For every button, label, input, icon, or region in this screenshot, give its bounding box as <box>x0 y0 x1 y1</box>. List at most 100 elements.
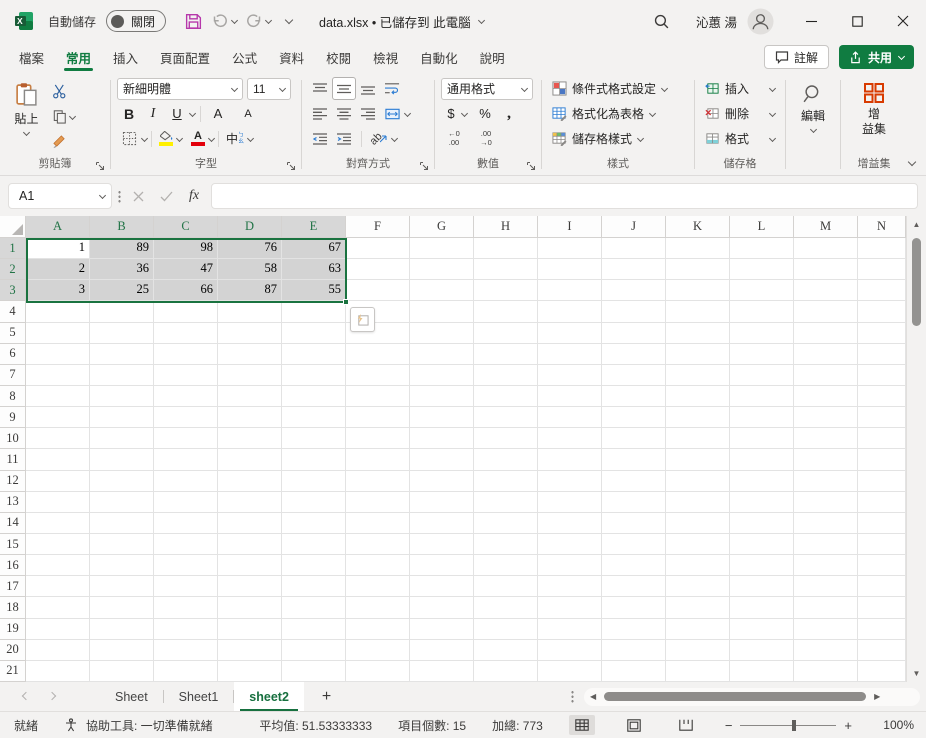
cell-B4[interactable] <box>90 301 154 323</box>
cell-F21[interactable] <box>346 660 410 682</box>
cell-G1[interactable] <box>410 238 474 260</box>
row-header-12[interactable]: 12 <box>0 470 26 492</box>
zoom-out-button[interactable]: − <box>725 718 733 733</box>
tab-formulas[interactable]: 公式 <box>221 42 268 72</box>
addins-button[interactable]: 增 益集 <box>847 76 901 139</box>
zoom-in-button[interactable]: + <box>844 718 852 733</box>
cell-M6[interactable] <box>794 343 858 365</box>
insert-cells-button[interactable]: 插入 <box>701 76 779 101</box>
cell-A13[interactable] <box>26 491 90 513</box>
cell-G10[interactable] <box>410 428 474 450</box>
zoom-level[interactable]: 100% <box>878 718 914 732</box>
cell-F8[interactable] <box>346 385 410 408</box>
cell-C4[interactable] <box>154 301 218 323</box>
accounting-dropdown-icon[interactable] <box>461 111 467 117</box>
share-dropdown-icon[interactable] <box>898 54 904 60</box>
cell-H2[interactable] <box>474 259 538 281</box>
cell-C3[interactable]: 66 <box>154 280 218 302</box>
cell-N7[interactable] <box>858 364 906 386</box>
name-box[interactable]: A1 <box>8 183 112 209</box>
sum-value[interactable]: 加總: 773 <box>492 717 543 734</box>
cell-E9[interactable] <box>282 407 346 429</box>
cell-F16[interactable] <box>346 555 410 577</box>
cut-button[interactable] <box>47 80 71 103</box>
cell-E14[interactable] <box>282 512 346 534</box>
redo-button[interactable] <box>243 8 273 34</box>
cell-A21[interactable] <box>26 660 90 682</box>
cell-F17[interactable] <box>346 576 410 598</box>
cell-C18[interactable] <box>154 597 218 619</box>
cell-N2[interactable] <box>858 259 906 281</box>
align-bottom-button[interactable] <box>356 77 380 100</box>
cell-G16[interactable] <box>410 555 474 577</box>
cell-B8[interactable] <box>90 385 154 408</box>
cell-H14[interactable] <box>474 512 538 534</box>
column-header-N[interactable]: N <box>858 216 906 238</box>
cell-L21[interactable] <box>730 660 794 682</box>
cell-L11[interactable] <box>730 449 794 471</box>
cell-J1[interactable] <box>602 238 666 260</box>
cell-E18[interactable] <box>282 597 346 619</box>
cell-L10[interactable] <box>730 428 794 450</box>
copy-button[interactable] <box>47 105 81 128</box>
cell-F3[interactable] <box>346 280 410 302</box>
formula-bar-resize-handle[interactable] <box>118 189 121 203</box>
cell-G18[interactable] <box>410 597 474 619</box>
row-header-10[interactable]: 10 <box>0 428 26 450</box>
cell-A3[interactable]: 3 <box>26 280 90 302</box>
cell-B12[interactable] <box>90 470 154 492</box>
row-header-6[interactable]: 6 <box>0 343 26 365</box>
cell-I13[interactable] <box>538 491 602 513</box>
phonetic-dropdown-icon[interactable] <box>247 136 253 142</box>
cell-J10[interactable] <box>602 428 666 450</box>
cell-N16[interactable] <box>858 555 906 577</box>
bold-button[interactable]: B <box>117 102 141 125</box>
align-center-button[interactable] <box>332 102 356 125</box>
cell-E12[interactable] <box>282 470 346 492</box>
cell-B17[interactable] <box>90 576 154 598</box>
cell-N3[interactable] <box>858 280 906 302</box>
insert-function-button[interactable]: fx <box>183 185 205 207</box>
cell-B19[interactable] <box>90 618 154 640</box>
cell-G20[interactable] <box>410 639 474 661</box>
merge-center-button[interactable] <box>380 102 404 125</box>
document-title[interactable]: data.xlsx • 已儲存到 此電腦 <box>319 12 485 31</box>
cell-L5[interactable] <box>730 322 794 344</box>
orientation-button[interactable]: ab <box>367 127 391 150</box>
cell-K2[interactable] <box>666 259 730 281</box>
tab-help[interactable]: 說明 <box>469 42 516 72</box>
cell-J17[interactable] <box>602 576 666 598</box>
page-break-view-button[interactable] <box>673 715 699 735</box>
italic-button[interactable]: I <box>141 102 165 125</box>
cell-J16[interactable] <box>602 555 666 577</box>
cell-B9[interactable] <box>90 407 154 429</box>
cell-K17[interactable] <box>666 576 730 598</box>
title-dropdown-icon[interactable] <box>479 18 485 24</box>
cell-C14[interactable] <box>154 512 218 534</box>
column-header-A[interactable]: A <box>26 216 90 238</box>
alignment-dialog-launcher-icon[interactable] <box>419 161 429 171</box>
cell-B16[interactable] <box>90 555 154 577</box>
cell-H15[interactable] <box>474 533 538 556</box>
close-button[interactable] <box>880 0 926 42</box>
cell-styles-button[interactable]: 儲存格樣式 <box>548 126 688 151</box>
sheet-tab-sheet[interactable]: Sheet <box>100 682 163 711</box>
cell-A8[interactable] <box>26 385 90 408</box>
cell-N11[interactable] <box>858 449 906 471</box>
cell-N14[interactable] <box>858 512 906 534</box>
font-size-combo[interactable]: 11 <box>247 77 291 100</box>
cell-G13[interactable] <box>410 491 474 513</box>
cell-E5[interactable] <box>282 322 346 344</box>
cell-L20[interactable] <box>730 639 794 661</box>
cell-L6[interactable] <box>730 343 794 365</box>
cell-N8[interactable] <box>858 385 906 408</box>
cell-E10[interactable] <box>282 428 346 450</box>
font-name-combo[interactable]: 新細明體 <box>117 77 243 100</box>
cell-G9[interactable] <box>410 407 474 429</box>
normal-view-button[interactable] <box>568 715 595 735</box>
cell-N18[interactable] <box>858 597 906 619</box>
cell-F6[interactable] <box>346 343 410 365</box>
new-sheet-button[interactable]: + <box>304 682 349 711</box>
cell-N1[interactable] <box>858 238 906 260</box>
cell-H13[interactable] <box>474 491 538 513</box>
